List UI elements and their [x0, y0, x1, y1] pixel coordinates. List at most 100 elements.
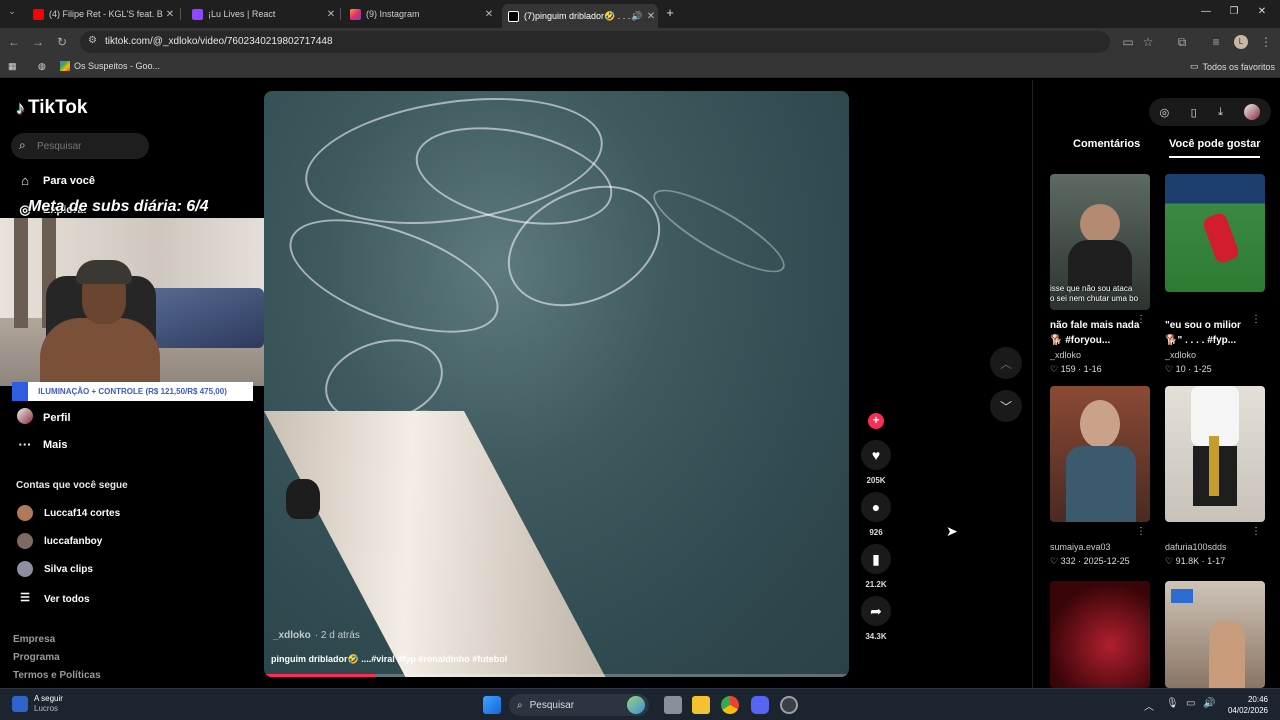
- bookmark-star-icon[interactable]: ☆: [1140, 35, 1156, 49]
- minimize-button[interactable]: —: [1196, 6, 1216, 20]
- recommended-card[interactable]: [1050, 581, 1150, 688]
- nav-for-you[interactable]: ⌂ Para você: [16, 173, 95, 188]
- recommended-card[interactable]: ⋮ dafuria100sdds ♡ 91.8K · 1-17: [1165, 386, 1265, 567]
- file-explorer-icon[interactable]: [692, 696, 710, 714]
- browser-tab-3[interactable]: (9) Instagram ✕: [344, 4, 496, 24]
- video-thumbnail[interactable]: [1050, 386, 1150, 522]
- omnibox[interactable]: ⚙ tiktok.com/@_xdloko/video/760234021980…: [80, 31, 1110, 53]
- video-author[interactable]: _xdloko · 2 d atrás: [273, 630, 360, 641]
- url-text[interactable]: tiktok.com/@_xdloko/video/76023402198027…: [105, 36, 333, 47]
- tab-search-icon[interactable]: ⌄: [4, 6, 20, 17]
- more-options-icon[interactable]: ⋮: [1136, 526, 1146, 537]
- footer-link-company[interactable]: Empresa: [13, 634, 55, 645]
- video-thumbnail[interactable]: [1165, 174, 1265, 292]
- video-thumbnail[interactable]: [1165, 581, 1265, 688]
- nav-profile[interactable]: Perfil: [16, 408, 71, 427]
- previous-video-button[interactable]: ︿: [990, 347, 1022, 379]
- globe-icon[interactable]: ◍: [38, 61, 46, 72]
- volume-icon[interactable]: 🔊: [1203, 698, 1215, 709]
- following-item[interactable]: Luccaf14 cortes: [17, 505, 120, 521]
- cast-icon[interactable]: ▭: [1120, 35, 1136, 49]
- avatar: [17, 561, 33, 577]
- heart-icon[interactable]: ♥: [861, 440, 891, 470]
- browser-tab-4-active[interactable]: (7)pinguim driblador🤣 . . . 🔊 ✕: [502, 4, 658, 28]
- user-avatar[interactable]: [1244, 104, 1261, 120]
- mute-tab-icon[interactable]: 🔊: [630, 11, 644, 22]
- follow-plus-button[interactable]: +: [868, 413, 884, 429]
- task-view-icon[interactable]: [664, 696, 682, 714]
- microphone-icon[interactable]: 🎙: [1166, 698, 1179, 709]
- back-icon[interactable]: ←: [6, 35, 22, 49]
- browser-tab-1[interactable]: (4) Filipe Ret - KGL'S feat. BK' & ✕: [27, 4, 177, 24]
- close-tab-icon[interactable]: ✕: [324, 9, 338, 20]
- heart-outline-icon: ♡: [1050, 556, 1061, 566]
- penguin: [286, 479, 320, 519]
- video-thumbnail[interactable]: [1165, 386, 1265, 522]
- profile-avatar[interactable]: L: [1234, 35, 1248, 49]
- network-icon[interactable]: ▭: [1186, 698, 1195, 709]
- recommended-card[interactable]: ⋮ sumaiya.eva03 ♡ 332 · 2025-12-25: [1050, 386, 1150, 567]
- windows-start-icon[interactable]: [483, 696, 501, 714]
- discord-icon[interactable]: [751, 696, 769, 714]
- browser-tab-2[interactable]: ¡Lu Lives | React ✕: [186, 4, 338, 24]
- like-action[interactable]: ♥ 205K: [860, 440, 892, 485]
- menu-kebab-icon[interactable]: ⋮: [1258, 35, 1274, 49]
- tab-comments[interactable]: Comentários: [1073, 138, 1140, 150]
- tiktok-logo[interactable]: ♪ TikTok: [16, 97, 87, 119]
- search-input[interactable]: [37, 137, 142, 155]
- search-icon: ⌕: [517, 699, 523, 711]
- home-icon: ⌂: [21, 173, 29, 188]
- close-tab-icon[interactable]: ✕: [163, 9, 177, 20]
- close-tab-icon[interactable]: ✕: [482, 9, 496, 20]
- tray-chevron-icon[interactable]: ︿: [1144, 698, 1154, 713]
- recommended-card[interactable]: ⋮ "eu sou o milior 🐕" . . . . #fyp... _x…: [1165, 174, 1265, 375]
- forward-icon[interactable]: →: [30, 35, 46, 49]
- following-item[interactable]: Silva clips: [17, 561, 93, 577]
- video-thumbnail[interactable]: [1050, 581, 1150, 688]
- widgets-button[interactable]: A seguir Lucros: [12, 694, 63, 714]
- see-all-following[interactable]: ☰ Ver todos: [17, 591, 90, 607]
- new-tab-button[interactable]: +: [660, 5, 680, 20]
- bookmark-os-suspeitos[interactable]: Os Suspeitos - Goo...: [60, 61, 160, 71]
- recommended-card[interactable]: isse que não sou ataca o sei nem chutar …: [1050, 174, 1150, 375]
- recommended-card[interactable]: [1165, 581, 1265, 688]
- reload-icon[interactable]: ↻: [54, 35, 70, 49]
- site-info-icon[interactable]: ⚙: [88, 35, 97, 46]
- video-progress-bar[interactable]: [264, 674, 849, 677]
- nav-more[interactable]: ··· Mais: [16, 437, 68, 452]
- close-tab-icon[interactable]: ✕: [644, 11, 658, 22]
- footer-link-program[interactable]: Programa: [13, 652, 60, 663]
- stream-goal-banner: ILUMINAÇÃO + CONTROLE (R$ 121,50/R$ 475,…: [12, 382, 253, 401]
- save-action[interactable]: ▮ 21.2K: [860, 544, 892, 589]
- comment-icon[interactable]: ●: [861, 492, 891, 522]
- more-options-icon[interactable]: ⋮: [1251, 314, 1261, 325]
- extensions-icon[interactable]: ⧉: [1174, 35, 1190, 50]
- folder-icon: ▭: [1190, 61, 1199, 71]
- apps-grid-icon[interactable]: ▦: [8, 61, 17, 72]
- all-bookmarks[interactable]: ▭ Todos os favoritos: [1190, 61, 1275, 72]
- close-window-button[interactable]: ✕: [1252, 6, 1272, 20]
- maximize-button[interactable]: ❐: [1224, 6, 1244, 20]
- bookmark-icon[interactable]: ▮: [861, 544, 891, 574]
- share-icon[interactable]: ➦: [861, 596, 891, 626]
- video-thumbnail[interactable]: isse que não sou ataca o sei nem chutar …: [1050, 174, 1150, 310]
- video-caption[interactable]: pinguim driblador🤣 ....#viral #fyp #rona…: [271, 654, 507, 665]
- following-item[interactable]: luccafanboy: [17, 533, 102, 549]
- system-clock[interactable]: 20:46 04/02/2026: [1228, 694, 1268, 716]
- share-action[interactable]: ➦ 34.3K: [860, 596, 892, 641]
- phone-icon[interactable]: ▯: [1191, 106, 1197, 119]
- more-options-icon[interactable]: ⋮: [1136, 314, 1146, 325]
- next-video-button[interactable]: ﹀: [990, 390, 1022, 422]
- footer-link-terms[interactable]: Termos e Políticas: [13, 670, 101, 681]
- search-box[interactable]: ⌕: [11, 133, 149, 159]
- media-icon[interactable]: ≡: [1208, 35, 1224, 49]
- download-icon[interactable]: ⤓: [1218, 106, 1223, 119]
- compass-icon[interactable]: ◎: [1160, 106, 1170, 119]
- tab-you-may-like[interactable]: Você pode gostar: [1169, 138, 1261, 158]
- comment-action[interactable]: ● 926: [860, 492, 892, 537]
- app-icon[interactable]: [780, 696, 798, 714]
- chrome-icon[interactable]: [721, 696, 739, 714]
- more-options-icon[interactable]: ⋮: [1251, 526, 1261, 537]
- right-panel: ◎ ▯ ⤓ Comentários Você pode gostar isse …: [1032, 80, 1280, 688]
- video-player[interactable]: _xdloko · 2 d atrás pinguim driblador🤣 ..…: [264, 91, 849, 677]
